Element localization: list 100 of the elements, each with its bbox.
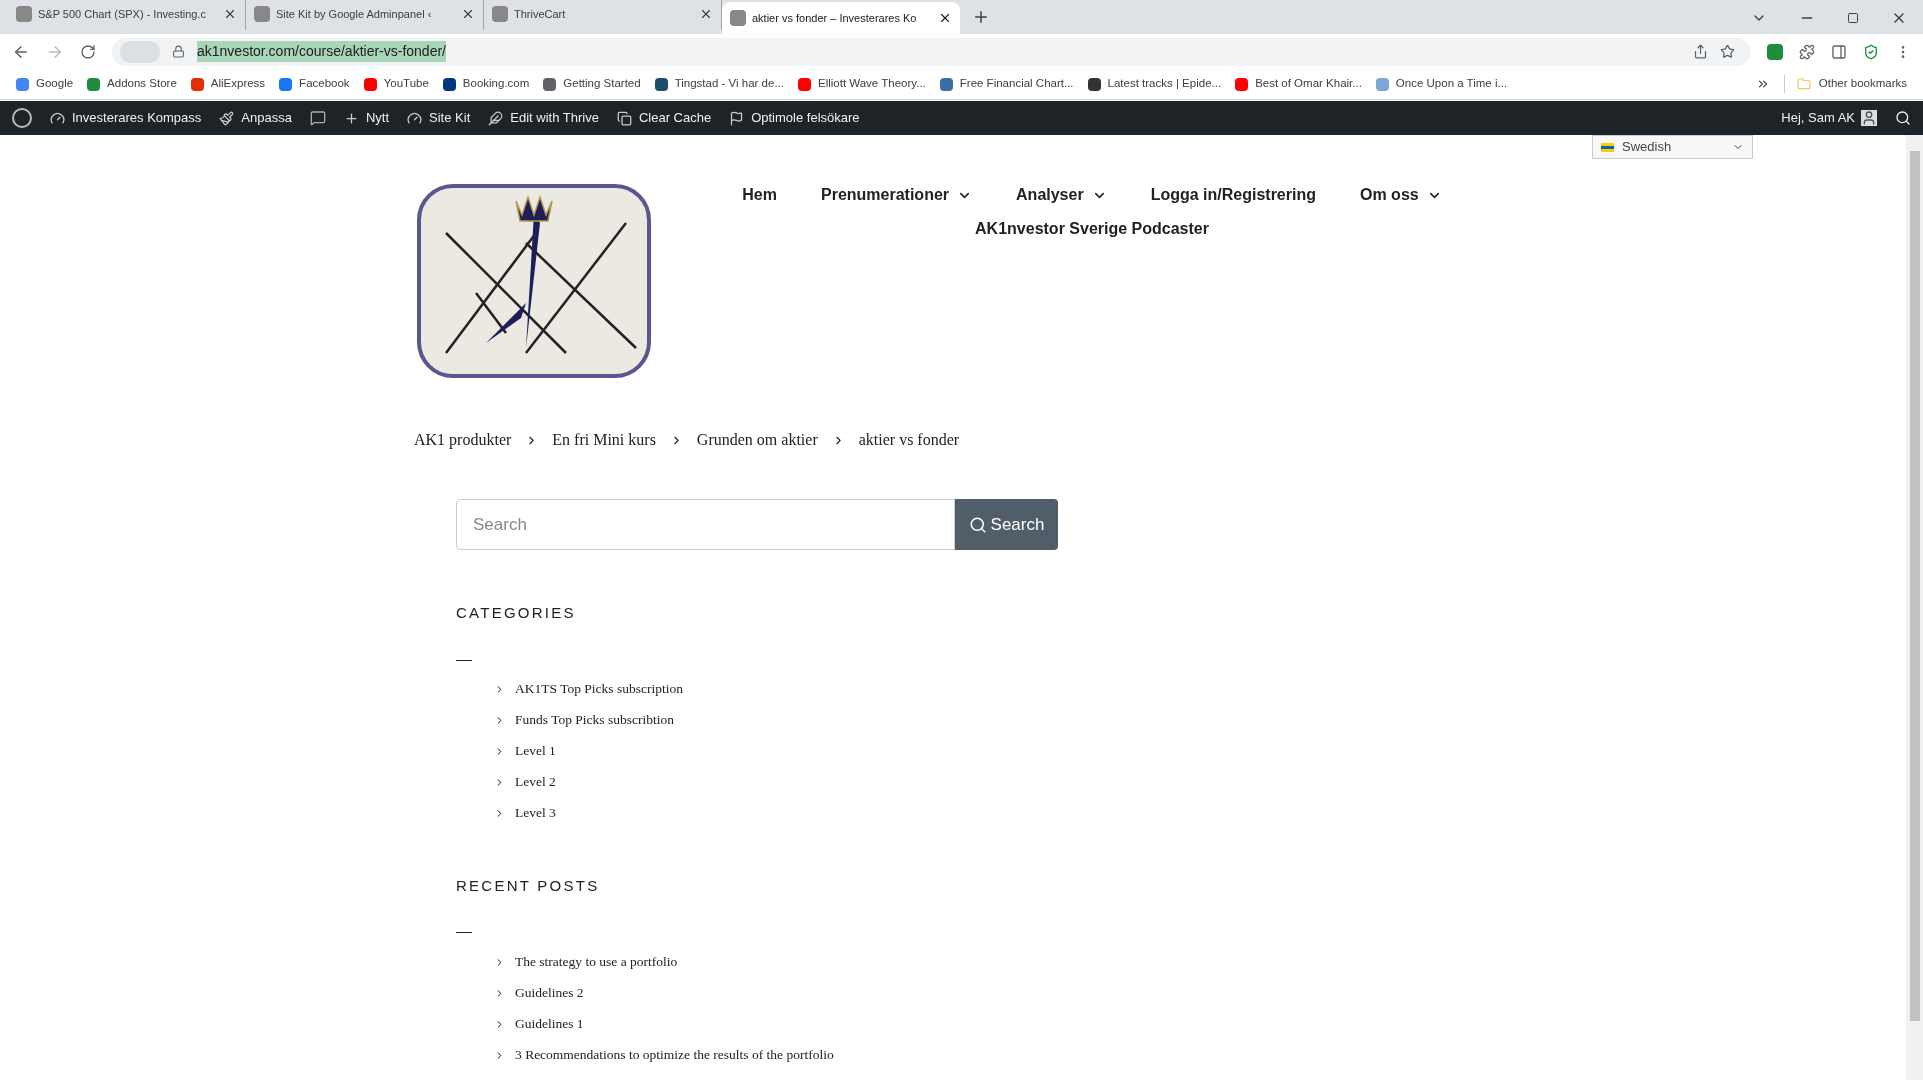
tab-title: ThriveCart <box>514 6 567 22</box>
bookmark-item[interactable]: Best of Omar Khair... <box>1235 75 1362 93</box>
bookmark-item[interactable]: Booking.com <box>442 75 530 93</box>
search-icon[interactable] <box>1895 110 1911 126</box>
admin-item-icon <box>50 110 65 126</box>
share-icon[interactable] <box>1693 44 1708 59</box>
shield-icon[interactable] <box>1863 43 1879 60</box>
breadcrumb-link[interactable]: AK1 produkter <box>414 428 512 452</box>
extensions-icon[interactable] <box>1799 43 1815 60</box>
bookmark-label: Free Financial Chart... <box>959 76 1074 92</box>
bookmark-item[interactable]: YouTube <box>363 75 429 93</box>
title-underline <box>456 932 472 933</box>
widget-link[interactable]: Funds Top Picks subscribtion <box>515 710 674 731</box>
widget-link[interactable]: Level 1 <box>515 741 556 762</box>
bookmark-item[interactable]: Once Upon a Time i... <box>1375 75 1508 93</box>
comments-icon[interactable] <box>309 110 326 126</box>
address-bar[interactable]: ak1nvestor.com/course/aktier-vs-fonder/ <box>112 37 1751 66</box>
bookmark-label: Latest tracks | Epide... <box>1107 76 1222 92</box>
close-icon[interactable] <box>699 7 713 21</box>
nav-link[interactable]: Prenumerationer <box>799 183 995 207</box>
bookmark-item[interactable]: Tingstad - Vi har de... <box>654 75 784 93</box>
bookmark-label: Getting Started <box>563 76 641 92</box>
bookmark-label: AliExpress <box>210 76 266 92</box>
tab-title: aktier vs fonder – Investerares Ko <box>752 10 918 26</box>
scrollbar[interactable] <box>1906 135 1923 1080</box>
bookmark-item[interactable]: Facebook <box>279 75 350 93</box>
browser-tab[interactable]: ThriveCart <box>484 0 722 30</box>
tab-title: Site Kit by Google Adminpanel ‹ <box>276 6 433 22</box>
admin-item-icon <box>729 110 745 126</box>
bookmark-label: Best of Omar Khair... <box>1255 76 1362 92</box>
widget-title: RECENT POSTS <box>456 875 601 896</box>
admin-bar-item[interactable]: Clear Cache <box>616 108 712 128</box>
widget-link[interactable]: AK1TS Top Picks subscription <box>515 679 683 700</box>
widget-link[interactable]: Guidelines 2 <box>515 982 584 1004</box>
browser-tab[interactable]: S&P 500 Chart (SPX) - Investing.c <box>8 0 246 30</box>
admin-bar-item[interactable]: Nytt <box>343 108 390 128</box>
search-button[interactable]: Search <box>955 499 1058 550</box>
close-icon[interactable] <box>461 7 475 21</box>
bookmark-label: Elliott Wave Theory... <box>818 76 926 92</box>
breadcrumb-link[interactable]: aktier vs fonder <box>858 428 960 452</box>
extension-icon[interactable] <box>1767 43 1783 60</box>
bookmark-star-icon[interactable] <box>1720 44 1735 59</box>
favicon-icon <box>730 10 746 26</box>
admin-bar-item[interactable]: Site Kit <box>407 108 471 128</box>
breadcrumb-link[interactable]: Grunden om aktier <box>696 428 818 452</box>
bookmark-item[interactable]: Elliott Wave Theory... <box>798 75 926 93</box>
bookmark-label: Booking.com <box>462 76 530 92</box>
favicon-icon <box>254 6 270 22</box>
restore-icon[interactable] <box>1847 12 1859 24</box>
side-panel-icon[interactable] <box>1831 43 1847 60</box>
bookmark-label: Addons Store <box>107 76 177 92</box>
tab-title: S&P 500 Chart (SPX) - Investing.c <box>38 6 207 22</box>
search-field[interactable]: Search <box>456 499 955 550</box>
browser-tab[interactable]: Site Kit by Google Adminpanel ‹ <box>246 0 484 30</box>
admin-item-icon <box>407 110 423 126</box>
admin-bar-item[interactable]: Edit with Thrive <box>488 108 599 128</box>
widget-title: CATEGORIES <box>456 603 577 623</box>
admin-item-icon <box>343 110 359 126</box>
nav-link[interactable]: AK1nvestor Sverige Podcaster <box>953 217 1231 241</box>
widget-link[interactable]: Level 3 <box>515 803 556 824</box>
widget-link[interactable]: Guidelines 1 <box>515 1013 584 1035</box>
bookmark-label: YouTube <box>383 76 429 92</box>
folder-icon <box>1796 77 1811 91</box>
widget-link[interactable]: 3 Recommendations to optimize the results of the portfolio <box>515 1044 834 1066</box>
admin-bar-item[interactable]: Investerares Kompass <box>50 108 202 128</box>
admin-item-icon <box>488 110 504 126</box>
admin-item-icon <box>616 110 632 126</box>
admin-greeting[interactable]: Hej, Sam AK <box>1781 108 1855 128</box>
url-text: ak1nvestor.com/course/aktier-vs-fonder/ <box>197 41 446 62</box>
widget-link[interactable]: The strategy to use a portfolio <box>515 951 678 973</box>
other-bookmarks[interactable]: Other bookmarks <box>1783 75 1907 93</box>
bookmark-label: Once Upon a Time i... <box>1395 76 1508 92</box>
bookmark-item[interactable]: Google <box>16 75 74 93</box>
bookmark-item[interactable]: Getting Started <box>543 75 641 93</box>
lock-icon <box>172 45 185 58</box>
browser-tab[interactable]: aktier vs fonder – Investerares Ko <box>722 2 960 34</box>
title-underline <box>456 659 472 661</box>
admin-bar-item[interactable]: Anpassa <box>219 108 292 128</box>
bookmark-label: Google <box>36 76 74 92</box>
favicon-icon <box>492 6 508 22</box>
bookmark-item[interactable]: Addons Store <box>87 75 177 93</box>
bookmark-label: Tingstad - Vi har de... <box>674 76 784 92</box>
widget-link[interactable]: Level 2 <box>515 772 556 793</box>
bookmark-item[interactable]: Free Financial Chart... <box>939 75 1074 93</box>
bookmark-label: Facebook <box>299 76 350 92</box>
avatar-icon[interactable] <box>1861 110 1877 126</box>
nav-link[interactable]: Analyser <box>994 183 1129 207</box>
bookmark-item[interactable]: AliExpress <box>190 75 266 93</box>
bookmark-item[interactable]: Latest tracks | Epide... <box>1087 75 1222 93</box>
nav-link[interactable]: Hem <box>720 183 799 207</box>
breadcrumb-link[interactable]: En fri Mini kurs <box>552 428 656 452</box>
language-select[interactable]: Swedish <box>1592 135 1753 159</box>
admin-bar-item[interactable]: Optimole felsökare <box>729 108 860 128</box>
close-icon[interactable] <box>938 11 952 25</box>
close-icon[interactable] <box>223 7 237 21</box>
flag-icon <box>1601 142 1614 152</box>
reload-icon[interactable] <box>80 43 96 60</box>
new-tab-icon[interactable] <box>972 8 990 26</box>
nav-link[interactable]: Om oss <box>1338 183 1464 207</box>
nav-link[interactable]: Logga in/Registrering <box>1128 183 1338 207</box>
